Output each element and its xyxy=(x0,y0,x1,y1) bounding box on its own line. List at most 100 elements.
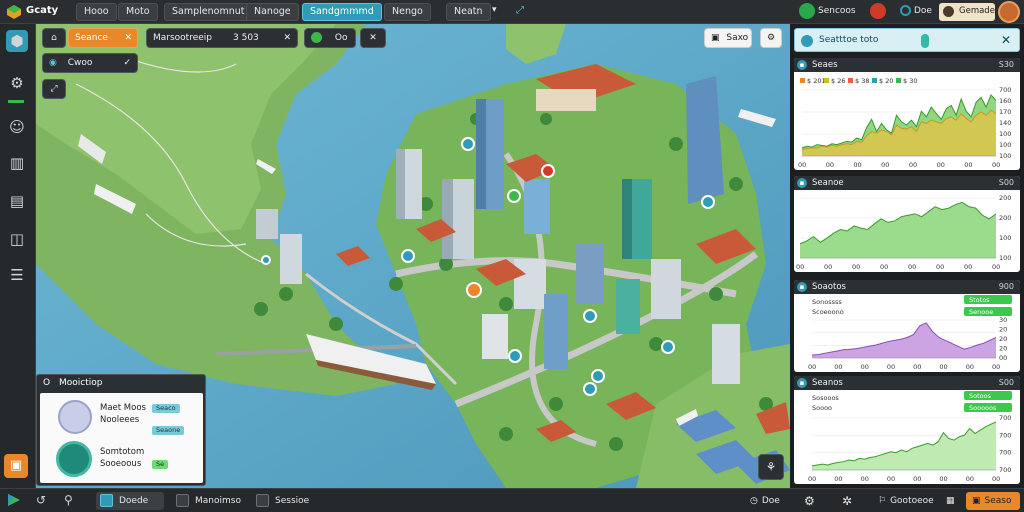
bottom-right-item-3[interactable]: ▣ Seaso xyxy=(966,492,1020,510)
x-tick-label: 00 xyxy=(939,475,947,483)
map-settings-button[interactable]: ⚙ xyxy=(760,28,782,48)
x-tick-label: 00 xyxy=(909,161,917,169)
info-card-body: Maet Moos Nooleees Seaco Seaone Somtotom… xyxy=(40,393,203,483)
chart-panel-3: ▪ Soaotos 900 Sonossss Scoeoono Stotos Seno… xyxy=(794,280,1020,372)
bottom-bar: ↺ ⚲ Doede Manoimso Sessioe ◷ Doe ⚙ ✲ ⚐ Goo… xyxy=(0,488,1024,512)
top-right-item-2[interactable]: Doe xyxy=(914,6,932,16)
layer-chip[interactable]: ◉ Cwoo ✓ xyxy=(42,53,138,73)
list-icon[interactable]: ☰ xyxy=(6,264,28,286)
x-tick-label: 00 xyxy=(937,161,945,169)
coords-chip-close-icon[interactable]: ✕ xyxy=(283,29,291,47)
x-tick-label: 00 xyxy=(966,475,974,483)
back-icon[interactable]: ↺ xyxy=(36,493,46,507)
expand-chip-button[interactable]: ⤢ xyxy=(42,79,66,99)
x-tick-label: 00 xyxy=(992,161,1000,169)
x-tick-label: 00 xyxy=(861,475,869,483)
info-card-prefix: O xyxy=(43,378,51,388)
settings-icon[interactable]: ⚙ xyxy=(6,72,28,94)
y-tick-label: 200 xyxy=(999,214,1011,222)
profile-head-icon[interactable]: ☺ xyxy=(6,116,28,138)
cube-icon[interactable]: ◫ xyxy=(6,228,28,250)
top-nav-button-2[interactable]: Moto xyxy=(118,3,158,21)
bottom-right-icon-3[interactable]: ▦ xyxy=(946,492,955,510)
row2-tag: Se xyxy=(152,460,169,469)
layer-toggle-chip[interactable]: Oo xyxy=(304,28,356,48)
x-tick-label: 00 xyxy=(992,363,1000,371)
bottom-right-item-1[interactable]: ◷ Doe xyxy=(750,492,780,510)
search-chip-close-icon[interactable]: ✕ xyxy=(124,29,132,47)
chart-panel-1-header: ▪ Seaes S30 xyxy=(794,58,1020,72)
home-hex-icon[interactable]: ⬢ xyxy=(6,30,28,52)
logo-icon xyxy=(7,5,21,19)
y-tick-label: 700 xyxy=(999,86,1011,94)
x-tick-label: 00 xyxy=(808,475,816,483)
top-nav-button-6[interactable]: Nengo xyxy=(384,3,431,21)
legend-swatch xyxy=(824,78,829,83)
panel-line-label: Sonossss xyxy=(812,298,842,306)
stats-header-close-icon[interactable]: ✕ xyxy=(1001,33,1011,47)
x-tick-label: 00 xyxy=(852,263,860,271)
app-logo[interactable]: Gcaty xyxy=(4,3,72,21)
info-card-header: O Mooictiop xyxy=(37,375,205,391)
top-nav-button-1[interactable]: Hooo xyxy=(76,3,117,21)
y-tick-label: 100 xyxy=(999,234,1011,242)
expand-icon[interactable]: ⤢ xyxy=(516,5,524,16)
bottom-tab-2[interactable]: Manoimso xyxy=(176,492,241,510)
status-green-icon[interactable] xyxy=(799,3,815,19)
search-icon[interactable]: ⚲ xyxy=(64,493,73,507)
buildings-icon[interactable]: ▥ xyxy=(6,152,28,174)
inventory-button[interactable]: ▣ xyxy=(4,454,28,478)
layer-chip-check-icon[interactable]: ✓ xyxy=(123,54,131,72)
y-tick-label: 100 xyxy=(999,130,1011,138)
logo-text: Gcaty xyxy=(26,5,59,16)
document-icon[interactable]: ▤ xyxy=(6,190,28,212)
stats-header-toggle-icon[interactable] xyxy=(921,34,929,48)
chart-panel-4-header: ▪ Seanos S00 xyxy=(794,376,1020,390)
bottom-right-item-2[interactable]: ⚐ Gootoeoe xyxy=(878,492,934,510)
bottom-tab-3[interactable]: Sessioe xyxy=(256,492,309,510)
bottom-tab-2-icon xyxy=(176,494,189,507)
alert-icon[interactable] xyxy=(870,3,886,19)
search-chip[interactable]: Seance ✕ xyxy=(68,28,138,48)
bottom-tab-1[interactable]: Doede xyxy=(96,492,164,510)
y-tick-label: 20 xyxy=(999,335,1007,343)
legend-label: $ 38 xyxy=(855,77,869,85)
y-tick-label: 170 xyxy=(999,108,1011,116)
bottom-gear-button[interactable]: ⚙ xyxy=(804,492,815,510)
y-tick-label: 100 xyxy=(999,152,1011,160)
coords-chip-value: 3 503 xyxy=(233,33,259,43)
close-panel-button[interactable]: ✕ xyxy=(360,28,386,48)
chart-3-icon: ▪ xyxy=(797,282,807,292)
bottom-logo-icon[interactable] xyxy=(6,492,22,508)
legend-swatch xyxy=(872,78,877,83)
y-tick-label: 700 xyxy=(999,414,1011,422)
chevron-down-icon[interactable]: ▾ xyxy=(492,5,497,15)
top-nav-button-5[interactable]: Sandgmmmd xyxy=(302,3,382,21)
bottom-right-icon-2: ⚐ xyxy=(878,496,887,506)
globe-icon[interactable] xyxy=(900,5,911,16)
layer-toggle-label: Oo xyxy=(334,33,348,43)
home-chip-button[interactable]: ⌂ xyxy=(42,28,66,48)
x-tick-label: 00 xyxy=(887,363,895,371)
x-tick-label: 00 xyxy=(966,363,974,371)
view-chip[interactable]: ▣ Saxo xyxy=(704,28,752,48)
x-tick-label: 00 xyxy=(913,475,921,483)
row1-sub: Nooleees xyxy=(100,415,140,425)
avatar[interactable] xyxy=(998,1,1020,23)
bottom-tool-button[interactable]: ✲ xyxy=(842,492,852,510)
top-nav-button-3[interactable]: Samplenomnut xyxy=(164,3,253,21)
stats-header-icon xyxy=(801,35,813,47)
row2-sub: Sooeoous xyxy=(100,459,142,469)
stats-header-title: Seatttoe toto xyxy=(819,35,879,45)
top-nav-button-4[interactable]: Nanoge xyxy=(246,3,299,21)
status-badge-label: Stotos xyxy=(969,296,990,304)
top-right-item-1[interactable]: Sencoos xyxy=(818,6,856,16)
chart-4-icon: ▪ xyxy=(797,378,807,388)
coords-chip[interactable]: Marsootreeip 3 503 ✕ xyxy=(146,28,298,48)
map-tool-button[interactable]: ⚘ xyxy=(758,454,784,480)
chart-panel-2-header: ▪ Seanoe S00 xyxy=(794,176,1020,190)
profile-button[interactable]: Gemade xyxy=(939,3,995,21)
chart-3-right: 900 xyxy=(998,282,1014,291)
top-nav-button-7[interactable]: Neatn xyxy=(446,3,491,21)
chart-panel-3-header: ▪ Soaotos 900 xyxy=(794,280,1020,294)
